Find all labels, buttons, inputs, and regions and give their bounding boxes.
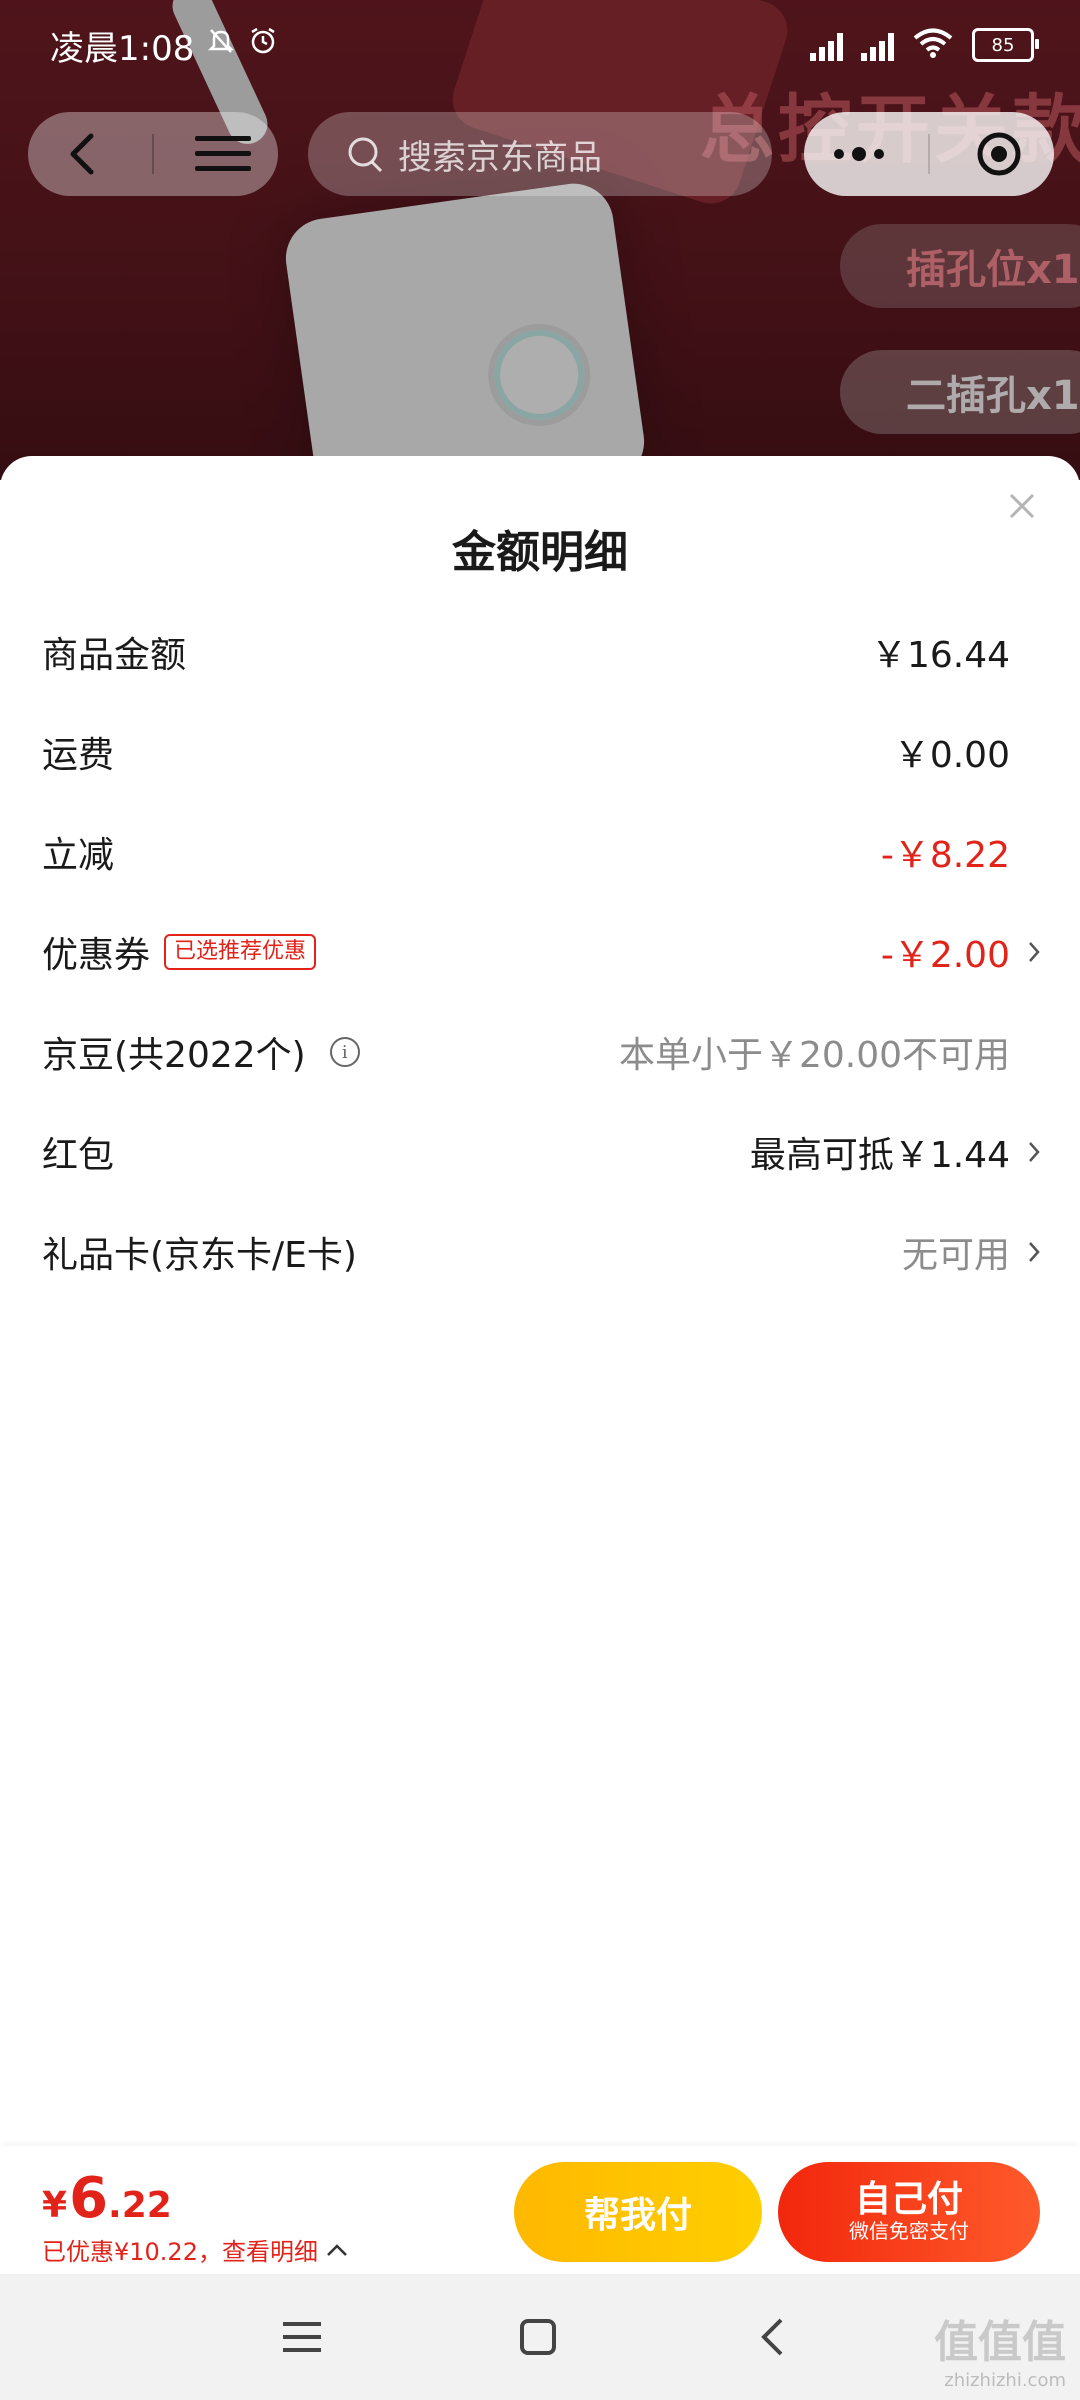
chevron-right-icon — [1029, 1142, 1040, 1162]
search-placeholder: 搜索京东商品 — [398, 137, 602, 178]
close-miniprogram-button[interactable] — [959, 114, 1039, 194]
chevron-up-icon — [327, 2243, 347, 2256]
battery-level: 85 — [991, 34, 1015, 56]
chevron-right-icon — [1029, 942, 1040, 962]
signal-icon-1 — [810, 29, 843, 61]
row-value: ￥16.44 — [870, 635, 1010, 676]
self-pay-button[interactable]: 自己付 微信免密支付 — [778, 2162, 1040, 2262]
menu-icon — [283, 2322, 321, 2352]
chevron-left-icon — [761, 2318, 783, 2356]
help-pay-label: 帮我付 — [583, 2194, 692, 2235]
target-icon — [977, 132, 1021, 176]
mute-icon — [206, 25, 236, 65]
sheet-title: 金额明细 — [452, 527, 628, 578]
nav-capsule — [28, 112, 278, 196]
row-value: -￥2.00 — [880, 935, 1010, 976]
row-value: 无可用 — [901, 1235, 1010, 1276]
row-value: 本单小于￥20.00不可用 — [618, 1035, 1010, 1076]
row-label: 优惠券 — [42, 935, 151, 976]
battery-icon: 85 — [972, 28, 1039, 62]
signal-icon-2 — [861, 29, 894, 61]
menu-button[interactable] — [183, 114, 263, 194]
watermark: 值值值 zhizhizhi.com — [934, 2306, 1066, 2391]
recents-button[interactable] — [272, 2312, 332, 2362]
search-icon — [348, 137, 383, 173]
square-icon — [520, 2319, 556, 2355]
menu-icon — [195, 136, 252, 171]
amount-rows: 商品金额 ￥16.44 运费 ￥0.00 立减 -￥8.22 优惠券 已选推荐优… — [0, 602, 1080, 1302]
total-price: ¥ 6 .22 — [42, 2166, 172, 2231]
status-time: 凌晨1:08 — [50, 28, 195, 69]
help-me-pay-button[interactable]: 帮我付 — [514, 2162, 762, 2262]
system-back-button[interactable] — [742, 2312, 802, 2362]
row-shipping: 运费 ￥0.00 — [0, 702, 1080, 802]
watermark-sub: zhizhizhi.com — [944, 2370, 1066, 2391]
wifi-icon — [912, 27, 954, 64]
miniprogram-capsule — [804, 112, 1054, 196]
row-coupon[interactable]: 优惠券 已选推荐优惠 -￥2.00 — [0, 902, 1080, 1002]
close-icon — [1009, 493, 1035, 519]
home-button[interactable] — [508, 2312, 568, 2362]
divider — [927, 134, 930, 174]
alarm-icon — [248, 25, 278, 65]
info-icon[interactable]: i — [329, 1037, 360, 1067]
row-red-packet[interactable]: 红包 最高可抵￥1.44 — [0, 1102, 1080, 1202]
close-button[interactable] — [992, 476, 1052, 536]
chevron-left-icon — [70, 133, 94, 175]
recommended-tag: 已选推荐优惠 — [164, 934, 317, 970]
self-pay-label: 自己付 — [854, 2178, 963, 2219]
row-instant-discount: 立减 -￥8.22 — [0, 802, 1080, 902]
price-integer: 6 — [69, 2166, 109, 2231]
row-value: -￥8.22 — [880, 835, 1010, 876]
row-label: 立减 — [42, 835, 115, 876]
divider — [151, 134, 154, 174]
amount-detail-sheet: 金额明细 商品金额 ￥16.44 运费 ￥0.00 立减 -￥8.22 优惠券 … — [0, 456, 1080, 2146]
saved-text: 已优惠¥10.22，查看明细 — [42, 2238, 318, 2266]
more-button[interactable] — [819, 114, 899, 194]
more-dots-icon — [833, 147, 884, 161]
row-value: ￥0.00 — [893, 735, 1010, 776]
row-value: 最高可抵￥1.44 — [749, 1135, 1010, 1176]
status-bar: 凌晨1:08 85 — [0, 0, 1080, 90]
watermark-main: 值值值 — [934, 2317, 1066, 2368]
row-label: 礼品卡(京东卡/E卡) — [42, 1235, 357, 1276]
search-input[interactable]: 搜索京东商品 — [308, 112, 772, 196]
row-label: 红包 — [42, 1135, 115, 1176]
system-nav-bar — [0, 2274, 1080, 2400]
pay-bar: ¥ 6 .22 已优惠¥10.22，查看明细 帮我付 自己付 微信免密支付 — [0, 2146, 1080, 2274]
row-label: 商品金额 — [42, 635, 187, 676]
self-pay-sub: 微信免密支付 — [849, 2221, 969, 2243]
price-decimal: .22 — [108, 2185, 172, 2226]
row-label: 京豆(共2022个) — [42, 1035, 306, 1076]
back-button[interactable] — [43, 114, 123, 194]
view-detail-link[interactable]: 已优惠¥10.22，查看明细 — [42, 2232, 348, 2267]
currency-symbol: ¥ — [42, 2185, 68, 2226]
row-gift-card[interactable]: 礼品卡(京东卡/E卡) 无可用 — [0, 1202, 1080, 1302]
row-goods-amount: 商品金额 ￥16.44 — [0, 602, 1080, 702]
row-jd-beans: 京豆(共2022个) i 本单小于￥20.00不可用 — [0, 1002, 1080, 1102]
chevron-right-icon — [1029, 1242, 1040, 1262]
row-label: 运费 — [42, 735, 115, 776]
